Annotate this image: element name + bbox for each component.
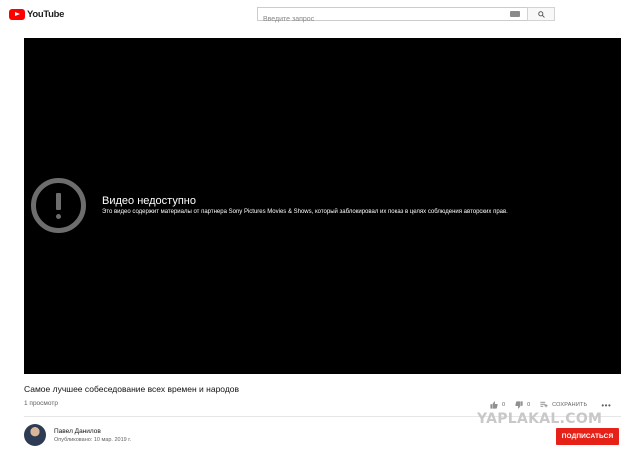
save-button[interactable]: СОХРАНИТЬ (540, 401, 587, 409)
publish-date: Опубликовано: 10 мар. 2019 г. (54, 437, 132, 443)
video-actions: 0 0 СОХРАНИТЬ ••• (490, 400, 611, 410)
dislike-count: 0 (527, 402, 531, 408)
search-box (257, 7, 527, 26)
thumbs-up-icon (490, 401, 498, 409)
dislike-button[interactable]: 0 (515, 401, 530, 409)
video-player[interactable]: Видео недоступно Это видео содержит мате… (24, 38, 621, 374)
search-input[interactable] (258, 13, 527, 26)
watermark: YAPLAKAL.COM (477, 411, 603, 427)
logo-text: YouTube (27, 8, 65, 20)
thumbs-down-icon (515, 401, 523, 409)
masthead: YouTube (0, 0, 640, 28)
video-title: Самое лучшее собеседование всех времен и… (24, 384, 240, 394)
exclamation-icon (31, 178, 86, 233)
view-count: 1 просмотр (24, 400, 58, 407)
save-label: СОХРАНИТЬ (552, 402, 588, 408)
youtube-logo[interactable]: YouTube (9, 8, 64, 20)
like-count: 0 (502, 402, 506, 408)
channel-name[interactable]: Павел Данилов (54, 428, 101, 435)
like-button[interactable]: 0 (490, 401, 505, 409)
subscribe-button[interactable]: ПОДПИСАТЬСЯ (556, 428, 619, 445)
keyboard-icon[interactable] (510, 11, 520, 17)
error-title: Видео недоступно (102, 195, 196, 207)
more-actions-button[interactable]: ••• (601, 401, 611, 410)
search-button[interactable] (527, 7, 555, 21)
avatar[interactable] (24, 424, 46, 446)
youtube-play-icon (9, 8, 25, 20)
search-icon (537, 10, 545, 18)
add-to-playlist-icon (540, 401, 548, 408)
error-message: Это видео содержит материалы от партнера… (102, 209, 508, 215)
